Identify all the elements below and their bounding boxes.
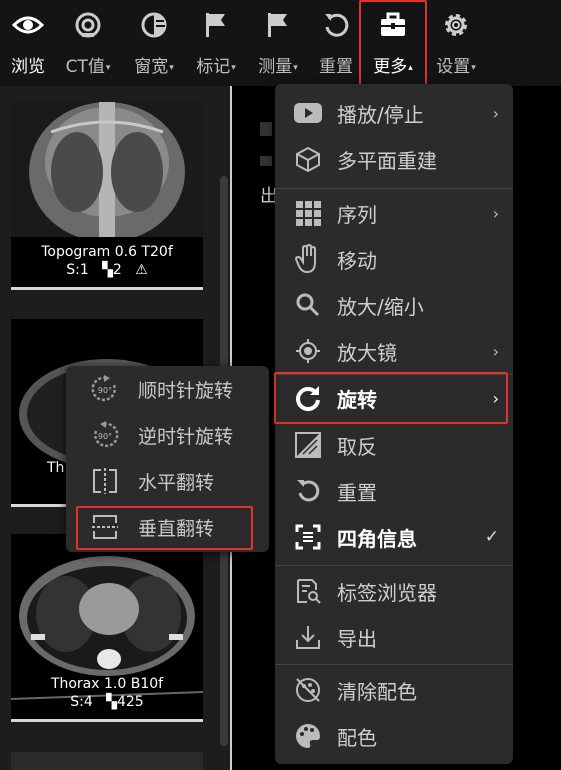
tool-mark[interactable]: 标记▾ xyxy=(188,0,244,86)
menu-divider xyxy=(275,664,513,665)
menu-item-export[interactable]: 导出 xyxy=(275,614,513,660)
menu-item-label: 多平面重建 xyxy=(337,148,437,173)
gear-icon xyxy=(428,10,484,40)
menu-item-label: 标签浏览器 xyxy=(337,580,437,605)
cube-icon xyxy=(291,142,325,176)
viewer-overlay-block-2 xyxy=(260,156,272,166)
series-thumbnail-topogram[interactable]: Topogram 0.6 T20f S:1 ▚2 ⚠ xyxy=(11,102,203,290)
tag-browser-icon xyxy=(291,574,325,608)
tool-settings[interactable]: 设置▾ xyxy=(428,0,484,86)
svg-text:90°: 90° xyxy=(98,432,112,441)
image-count-icon: ▚ xyxy=(106,694,117,710)
submenu-item-label: 顺时针旋转 xyxy=(138,379,234,402)
more-highlight-box xyxy=(359,0,427,86)
tool-browse-label: 浏览 xyxy=(11,57,45,77)
menu-item-label: 四角信息 xyxy=(337,526,417,551)
submenu-item-label: 逆时针旋转 xyxy=(138,425,234,448)
eye-icon xyxy=(0,10,56,40)
tool-settings-label: 设置▾ xyxy=(436,57,476,77)
menu-item-label: 移动 xyxy=(337,248,377,273)
clear-palette-icon xyxy=(291,673,325,707)
rotate-highlight-box xyxy=(274,372,508,424)
tool-reset[interactable]: 重置 xyxy=(312,0,360,86)
flip-horizontal-icon xyxy=(88,464,122,498)
thumb1-title: Topogram 0.6 T20f xyxy=(41,244,173,260)
menu-item-corner-info[interactable]: 四角信息 ✓ xyxy=(275,514,513,560)
tool-ct-value-label: CT值▾ xyxy=(65,57,111,77)
menu-item-label: 序列 xyxy=(337,202,377,227)
chevron-right-icon: › xyxy=(492,341,499,361)
series-thumbnail-4[interactable] xyxy=(11,752,203,770)
zoom-icon xyxy=(291,288,325,322)
menu-item-play-stop[interactable]: 播放/停止 › xyxy=(275,90,513,136)
menu-item-mpr[interactable]: 多平面重建 xyxy=(275,136,513,182)
magnifier-icon xyxy=(291,334,325,368)
submenu-item-label: 水平翻转 xyxy=(138,471,215,494)
svg-text:90°: 90° xyxy=(98,386,112,395)
grid-icon xyxy=(291,196,325,230)
submenu-item-rotate-ccw[interactable]: 90° 逆时针旋转 xyxy=(66,412,269,458)
thumb1-progress xyxy=(11,287,203,290)
menu-item-tag-browser[interactable]: 标签浏览器 xyxy=(275,568,513,614)
thumb3-meta: S:4 ▚425 xyxy=(70,694,144,710)
tool-reset-label: 重置 xyxy=(319,57,353,77)
contrast-icon xyxy=(124,10,184,40)
tool-browse[interactable]: 浏览 xyxy=(0,0,56,86)
series-thumbnail-thorax[interactable]: Thorax 1.0 B10f S:4 ▚425 xyxy=(11,534,203,722)
palette-icon xyxy=(291,719,325,753)
thumb3-title: Thorax 1.0 B10f xyxy=(50,676,164,692)
menu-item-label: 导出 xyxy=(337,626,377,651)
menu-item-label: 重置 xyxy=(337,480,377,505)
menu-divider xyxy=(275,565,513,566)
tool-window-width[interactable]: 窗宽▾ xyxy=(124,0,184,86)
menu-item-move[interactable]: 移动 xyxy=(275,236,513,282)
menu-item-label: 配色 xyxy=(337,725,377,750)
play-icon xyxy=(291,96,325,130)
menu-item-palette[interactable]: 配色 xyxy=(275,713,513,759)
chevron-right-icon: › xyxy=(492,103,499,123)
menu-item-reset[interactable]: 重置 xyxy=(275,468,513,514)
tool-window-width-label: 窗宽▾ xyxy=(134,57,174,77)
hand-icon xyxy=(291,242,325,276)
reset-icon xyxy=(312,10,360,40)
thumb1-meta: S:1 ▚2 ⚠ xyxy=(66,262,148,278)
flag-icon xyxy=(188,10,244,40)
menu-item-invert[interactable]: 取反 xyxy=(275,422,513,468)
menu-item-label: 放大镜 xyxy=(337,340,397,365)
flag-measure-icon xyxy=(250,10,306,40)
menu-item-clear-palette[interactable]: 清除配色 xyxy=(275,667,513,713)
corner-info-icon xyxy=(291,520,325,554)
menu-item-series[interactable]: 序列 › xyxy=(275,190,513,236)
menu-divider xyxy=(275,188,513,189)
menu-item-zoom[interactable]: 放大/缩小 xyxy=(275,282,513,328)
target-icon xyxy=(58,10,118,40)
menu-item-label: 放大/缩小 xyxy=(337,294,424,319)
image-count-icon: ▚ xyxy=(102,262,113,278)
rotate-cw-90-icon: 90° xyxy=(88,372,122,406)
menu-item-label: 播放/停止 xyxy=(337,102,424,127)
top-toolbar: 浏览 CT值▾ 窗宽▾ 标记▾ 测量▾ 重置 更多▴ 设置▾ xyxy=(0,0,561,86)
rotate-ccw-90-icon: 90° xyxy=(88,418,122,452)
thumb3-progress xyxy=(11,719,203,722)
more-dropdown-menu: 播放/停止 › 多平面重建 序列 › 移动 放大/缩小 放大镜 › 旋转 › 取… xyxy=(275,84,513,764)
tool-measure[interactable]: 测量▾ xyxy=(250,0,306,86)
chevron-right-icon: › xyxy=(492,203,499,223)
menu-item-label: 清除配色 xyxy=(337,679,417,704)
export-icon xyxy=(291,620,325,654)
submenu-item-flip-horizontal[interactable]: 水平翻转 xyxy=(66,458,269,504)
flip-vertical-highlight-box xyxy=(76,506,253,550)
tool-mark-label: 标记▾ xyxy=(196,57,236,77)
checkmark-icon: ✓ xyxy=(484,527,499,547)
tool-measure-label: 测量▾ xyxy=(258,57,298,77)
invert-icon xyxy=(291,428,325,462)
tool-ct-value[interactable]: CT值▾ xyxy=(58,0,118,86)
viewer-overlay-block xyxy=(260,122,272,136)
reset-icon xyxy=(291,474,325,508)
submenu-item-rotate-cw[interactable]: 90° 顺时针旋转 xyxy=(66,366,269,412)
menu-item-magnifier[interactable]: 放大镜 › xyxy=(275,328,513,374)
menu-item-label: 取反 xyxy=(337,434,377,459)
warning-icon: ⚠ xyxy=(135,262,148,278)
